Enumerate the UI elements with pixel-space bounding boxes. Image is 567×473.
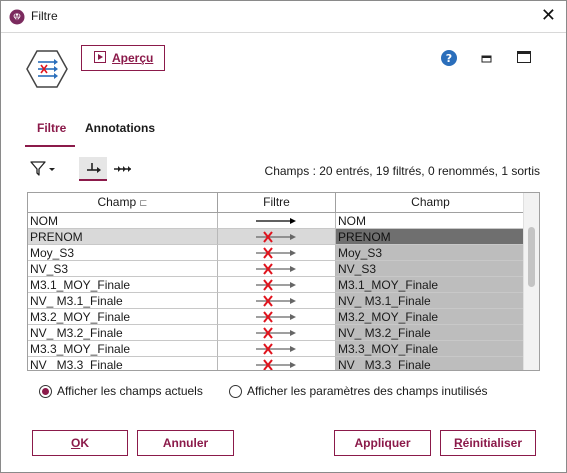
preview-label: Aperçu	[112, 51, 154, 65]
filter-toggle-removed[interactable]	[218, 325, 336, 341]
output-field-name[interactable]: NV_ M3.2_Finale	[336, 325, 525, 341]
filter-toggle-removed[interactable]	[218, 357, 336, 370]
filtered-arrow-icon	[256, 231, 296, 243]
filter-toggle-removed[interactable]	[218, 341, 336, 357]
mode-active-indicator	[79, 179, 107, 181]
filtered-arrow-icon	[256, 359, 296, 370]
pass-arrow-icon	[256, 218, 296, 224]
flow-mode-button[interactable]	[79, 157, 107, 181]
sort-indicator-icon: ⊏	[139, 198, 148, 209]
field-filter-table: Champ ⊏ Filtre Champ NOM NOM PRENOM PRENOM Mo…	[27, 192, 540, 371]
multi-arrow-button[interactable]	[109, 157, 137, 181]
output-field-name[interactable]: NV_ M3.1_Finale	[336, 293, 525, 309]
input-field-name[interactable]: NV_S3	[28, 261, 218, 277]
table-row[interactable]: M3.3_MOY_Finale M3.3_MOY_Finale	[28, 341, 525, 357]
input-field-name[interactable]: NV_ M3.1_Finale	[28, 293, 218, 309]
reset-button[interactable]: Réinitialiser	[440, 430, 536, 456]
funnel-dropdown-icon	[29, 161, 59, 182]
filtered-arrow-icon	[256, 263, 296, 275]
filter-toggle-pass[interactable]	[218, 213, 336, 229]
filter-toggle-removed[interactable]	[218, 309, 336, 325]
maximize-icon[interactable]	[517, 51, 531, 63]
title-bar: Filtre ✕	[1, 1, 566, 32]
filtered-arrow-icon	[256, 343, 296, 355]
close-icon[interactable]: ✕	[541, 5, 556, 25]
cancel-button[interactable]: Annuler	[137, 430, 234, 456]
fields-summary: Champs : 20 entrés, 19 filtrés, 0 renomm…	[264, 164, 540, 178]
column-header-label: Champ	[97, 195, 137, 209]
table-row[interactable]: NV_ M3.3_Finale NV_ M3.3_Finale	[28, 357, 525, 370]
radio-button-unselected[interactable]	[229, 384, 242, 398]
radio-show-current-fields[interactable]: Afficher les champs actuels	[39, 384, 203, 398]
input-field-name[interactable]: PRENOM	[28, 229, 218, 245]
preview-button[interactable]: Aperçu	[81, 45, 165, 71]
radio-label-unused: Afficher les paramètres des champs inuti…	[247, 384, 488, 398]
radio-label-current: Afficher les champs actuels	[57, 384, 203, 398]
filter-toggle-removed[interactable]	[218, 245, 336, 261]
svg-text:?: ?	[446, 52, 452, 65]
preview-icon	[94, 50, 106, 66]
input-field-name[interactable]: M3.2_MOY_Finale	[28, 309, 218, 325]
table-row[interactable]: PRENOM PRENOM	[28, 229, 525, 245]
filter-toggle-removed[interactable]	[218, 229, 336, 245]
table-row[interactable]: M3.2_MOY_Finale M3.2_MOY_Finale	[28, 309, 525, 325]
radio-button-selected[interactable]	[39, 384, 52, 398]
filtered-arrow-icon	[256, 311, 296, 323]
apply-button[interactable]: Appliquer	[334, 430, 431, 456]
table-row[interactable]: NV_S3 NV_S3	[28, 261, 525, 277]
funnel-dropdown-button[interactable]	[29, 159, 59, 179]
filter-toggle-removed[interactable]	[218, 293, 336, 309]
table-row[interactable]: NOM NOM	[28, 213, 525, 229]
reset-label: Réinitialiser	[453, 436, 523, 450]
multi-arrow-icon	[109, 166, 137, 182]
table-row[interactable]: Moy_S3 Moy_S3	[28, 245, 525, 261]
scrollbar-thumb[interactable]	[528, 227, 535, 287]
app-diamond-icon	[9, 9, 25, 25]
input-field-name[interactable]: Moy_S3	[28, 245, 218, 261]
title-divider	[1, 32, 566, 33]
vertical-scrollbar[interactable]	[523, 193, 539, 370]
filter-node-icon	[25, 49, 69, 89]
minimize-icon[interactable]	[481, 52, 493, 64]
ok-button[interactable]: OK	[32, 430, 128, 456]
cancel-label: Annuler	[162, 436, 209, 450]
output-field-name[interactable]: NV_S3	[336, 261, 525, 277]
filtered-arrow-icon	[256, 327, 296, 339]
radio-show-unused-settings[interactable]: Afficher les paramètres des champs inuti…	[229, 384, 488, 398]
apply-label: Appliquer	[354, 436, 411, 450]
output-field-name[interactable]: M3.1_MOY_Finale	[336, 277, 525, 293]
window-title: Filtre	[31, 9, 58, 23]
input-field-name[interactable]: M3.3_MOY_Finale	[28, 341, 218, 357]
input-field-name[interactable]: NOM	[28, 213, 218, 229]
output-field-name[interactable]: NOM	[336, 213, 525, 229]
table-header: Champ ⊏ Filtre Champ	[28, 193, 525, 213]
table-row[interactable]: NV_ M3.1_Finale NV_ M3.1_Finale	[28, 293, 525, 309]
filter-toggle-removed[interactable]	[218, 277, 336, 293]
table-body: NOM NOM PRENOM PRENOM Moy_S3 Moy_S3 NV_S3 NV_S3…	[28, 213, 525, 370]
ok-label: OK	[70, 436, 89, 450]
help-icon[interactable]: ?	[441, 50, 457, 66]
input-field-name[interactable]: M3.1_MOY_Finale	[28, 277, 218, 293]
column-header-champ-out[interactable]: Champ	[336, 193, 525, 212]
output-field-name[interactable]: M3.2_MOY_Finale	[336, 309, 525, 325]
table-row[interactable]: NV_ M3.2_Finale NV_ M3.2_Finale	[28, 325, 525, 341]
filtered-arrow-icon	[256, 247, 296, 259]
output-field-name[interactable]: M3.3_MOY_Finale	[336, 341, 525, 357]
filter-dialog: Filtre ✕ Aperçu ? Filtre Annotations Cha…	[0, 0, 567, 473]
filtered-arrow-icon	[256, 279, 296, 291]
output-field-name[interactable]: Moy_S3	[336, 245, 525, 261]
input-field-name[interactable]: NV_ M3.2_Finale	[28, 325, 218, 341]
tab-annotations[interactable]: Annotations	[85, 121, 155, 135]
column-header-filtre[interactable]: Filtre	[218, 193, 336, 212]
active-tab-indicator	[25, 145, 75, 147]
output-field-name[interactable]: NV_ M3.3_Finale	[336, 357, 525, 370]
output-field-name[interactable]: PRENOM	[336, 229, 525, 245]
column-header-champ-in[interactable]: Champ ⊏	[28, 193, 218, 212]
filter-toggle-removed[interactable]	[218, 261, 336, 277]
tab-bar: Filtre Annotations	[25, 111, 545, 147]
tab-filtre[interactable]: Filtre	[37, 121, 66, 135]
input-field-name[interactable]: NV_ M3.3_Finale	[28, 357, 218, 370]
filtered-arrow-icon	[256, 295, 296, 307]
table-row[interactable]: M3.1_MOY_Finale M3.1_MOY_Finale	[28, 277, 525, 293]
